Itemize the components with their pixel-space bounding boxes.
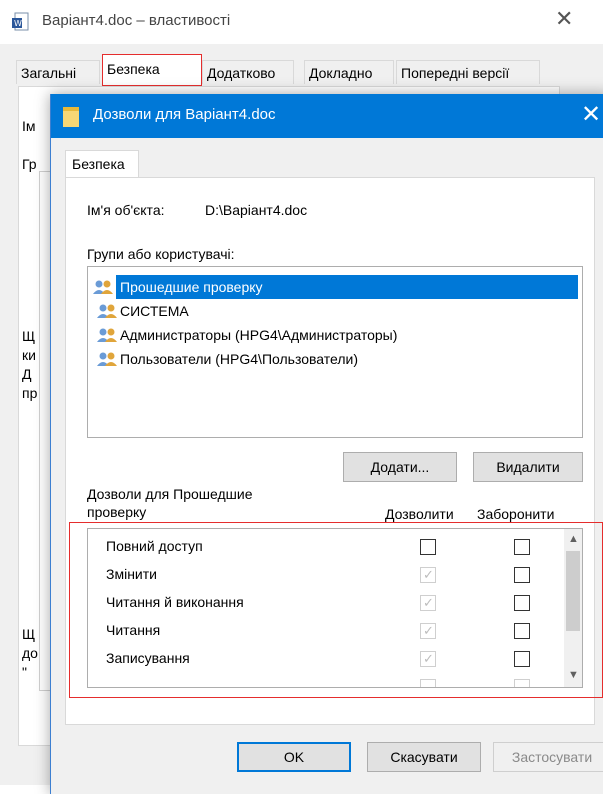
list-item[interactable]: Пользователи (HPG4\Пользователи) — [92, 347, 578, 371]
apply-button[interactable]: Застосувати — [493, 742, 603, 772]
properties-close-icon[interactable]: ✕ — [555, 6, 573, 32]
users-group-icon — [97, 328, 117, 342]
obscured-label-fragment: Ім — [22, 118, 36, 134]
obscured-label-fragment: Щ — [22, 626, 36, 642]
users-group-icon — [93, 280, 113, 294]
tab-general[interactable]: Загальні — [16, 60, 100, 84]
group-name: СИСТЕМА — [120, 303, 189, 319]
properties-window-title: Варіант4.doc – властивості — [42, 12, 231, 29]
cancel-button[interactable]: Скасувати — [367, 742, 481, 772]
users-group-icon — [97, 352, 117, 366]
obscured-label-fragment: Д — [22, 366, 32, 382]
deny-column-header: Заборонити — [477, 506, 555, 522]
group-name: Прошедшие проверку — [120, 279, 263, 295]
groups-listbox[interactable]: Прошедшие проверку СИСТЕМА Администратор… — [87, 266, 583, 438]
permissions-dialog: Дозволи для Варіант4.doc ✕ Безпека Ім'я … — [50, 94, 603, 794]
dialog-tab-security[interactable]: Безпека — [65, 150, 139, 178]
group-name: Администраторы (HPG4\Администраторы) — [120, 327, 398, 343]
doc-file-icon: W — [12, 12, 29, 31]
groups-label: Групи або користувачі: — [87, 246, 235, 262]
add-button[interactable]: Додати... — [343, 452, 457, 482]
users-group-icon — [97, 304, 117, 318]
list-item[interactable]: Прошедшие проверку — [93, 275, 578, 299]
tab-previous-versions[interactable]: Попередні версії — [396, 60, 540, 84]
list-item[interactable]: Администраторы (HPG4\Администраторы) — [92, 323, 578, 347]
obscured-label-fragment: Гр — [22, 156, 37, 172]
tab-details[interactable]: Докладно — [304, 60, 394, 84]
permissions-label: Дозволи для Прошедшие — [87, 486, 253, 502]
obscured-label-fragment: пр — [22, 385, 38, 401]
obscured-label-fragment: " — [22, 664, 27, 680]
obscured-label-fragment: до — [22, 645, 38, 661]
object-name-value: D:\Варіант4.doc — [205, 202, 308, 218]
list-item[interactable]: СИСТЕМА — [92, 299, 578, 323]
group-name: Пользователи (HPG4\Пользователи) — [120, 351, 358, 367]
properties-window-titlebar: W Варіант4.doc – властивості ✕ — [0, 0, 603, 44]
obscured-label-fragment: Щ — [22, 328, 36, 344]
object-name-label: Ім'я об'єкта: — [87, 202, 165, 218]
permissions-highlight-box — [69, 522, 603, 698]
permissions-label: проверку — [87, 504, 147, 520]
dialog-close-icon[interactable]: ✕ — [581, 100, 601, 129]
allow-column-header: Дозволити — [385, 506, 454, 522]
remove-button[interactable]: Видалити — [473, 452, 583, 482]
ok-button[interactable]: OK — [237, 742, 351, 772]
dialog-title: Дозволи для Варіант4.doc — [93, 106, 276, 123]
tab-security[interactable]: Безпека — [102, 54, 202, 86]
tab-advanced[interactable]: Додатково — [202, 60, 294, 84]
obscured-label-fragment: ки — [22, 347, 36, 363]
svg-text:W: W — [14, 19, 22, 28]
folder-icon — [63, 107, 79, 127]
dialog-titlebar: Дозволи для Варіант4.doc ✕ — [51, 94, 603, 138]
